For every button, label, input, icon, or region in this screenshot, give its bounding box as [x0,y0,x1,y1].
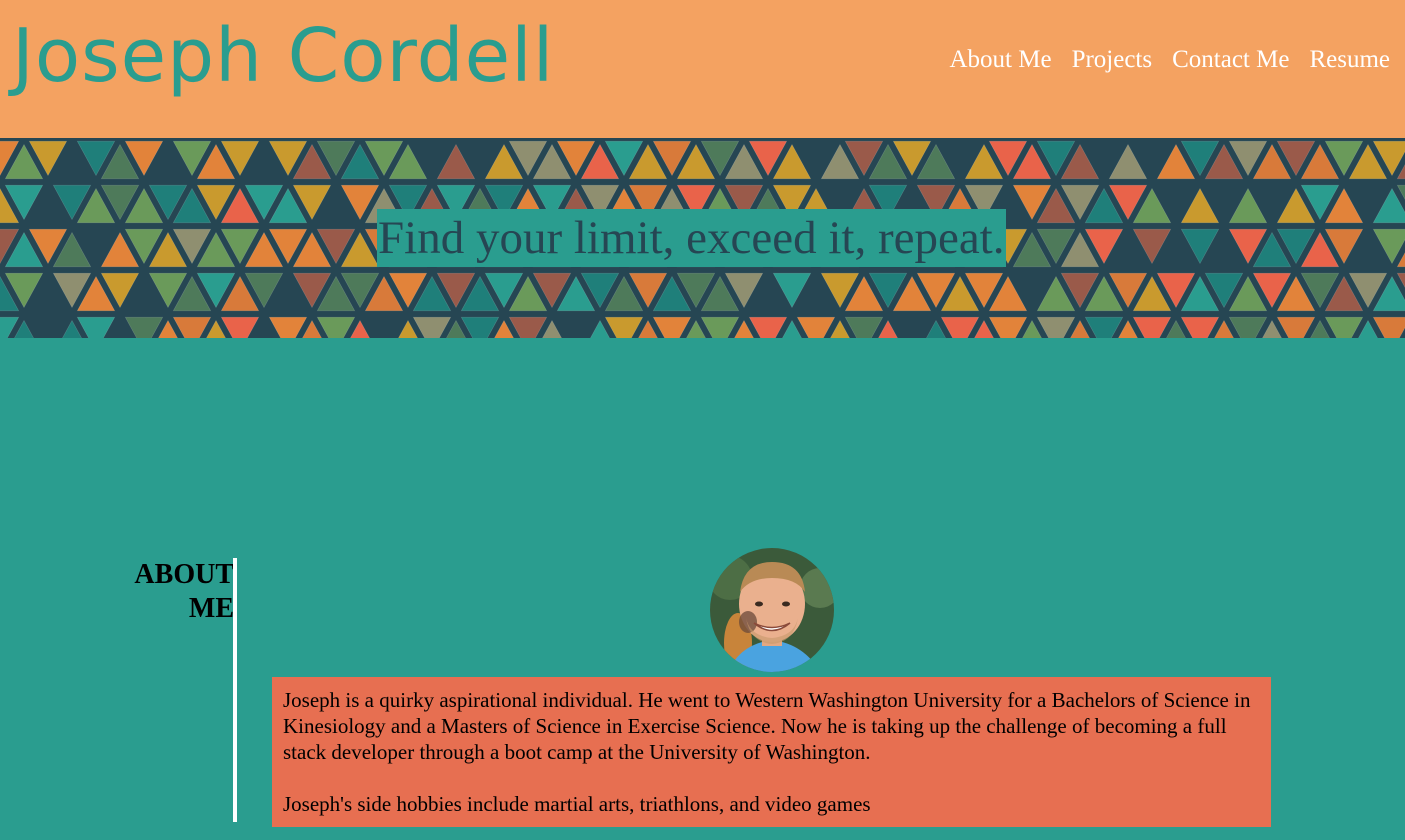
about-paragraph-1: Joseph is a quirky aspirational individu… [283,688,1251,764]
pattern-triangle [1036,316,1076,338]
pattern-triangle [460,316,500,338]
pattern-triangle [76,316,116,338]
pattern-triangle [220,316,260,338]
about-heading-line1: ABOUT [134,559,234,590]
pattern-triangle [1324,316,1364,338]
pattern-triangle [1180,316,1220,338]
pattern-triangle [316,316,356,338]
site-title: Joseph Cordell [12,13,555,99]
about-text-box: Joseph is a quirky aspirational individu… [272,677,1271,827]
pattern-triangle [1180,187,1220,224]
pattern-triangle [748,316,788,338]
pattern-triangle [1228,316,1268,338]
pattern-triangle [508,316,548,338]
pattern-triangle [1132,228,1172,265]
pattern-triangle [268,316,308,338]
pattern-triangle [436,143,476,180]
pattern-triangle [172,316,212,338]
pattern-triangle [604,316,644,338]
pattern-triangle [1372,316,1405,338]
nav-contact-me[interactable]: Contact Me [1172,46,1289,74]
pattern-triangle [988,316,1028,338]
pattern-triangle [652,316,692,338]
main-nav: About Me Projects Contact Me Resume [949,46,1390,74]
pattern-triangle [700,316,740,338]
nav-projects[interactable]: Projects [1072,46,1153,74]
pattern-triangle [1228,187,1268,224]
about-paragraph-2: Joseph's side hobbies include martial ar… [283,792,871,816]
pattern-triangle [940,316,980,338]
pattern-triangle [772,272,812,309]
profile-photo [710,548,834,672]
nav-about-me[interactable]: About Me [949,46,1051,74]
hero-tagline: Find your limit, exceed it, repeat. [377,209,1006,267]
nav-resume[interactable]: Resume [1309,46,1390,74]
about-heading-line2: ME [188,593,234,624]
pattern-triangle [1132,316,1172,338]
about-heading: ABOUT ME [110,558,234,626]
pattern-triangle [1180,228,1220,265]
pattern-triangle [1084,316,1124,338]
pattern-triangle [1108,143,1148,180]
pattern-triangle [1276,316,1316,338]
pattern-triangle [1372,187,1405,224]
pattern-triangle [412,316,452,338]
site-header: Joseph Cordell About Me Projects Contact… [0,0,1405,138]
pattern-triangle [124,316,164,338]
hero-banner: Find your limit, exceed it, repeat. [0,138,1405,338]
pattern-triangle [1372,228,1405,265]
pattern-triangle [796,316,836,338]
about-divider [233,558,237,822]
pattern-triangle [844,316,884,338]
